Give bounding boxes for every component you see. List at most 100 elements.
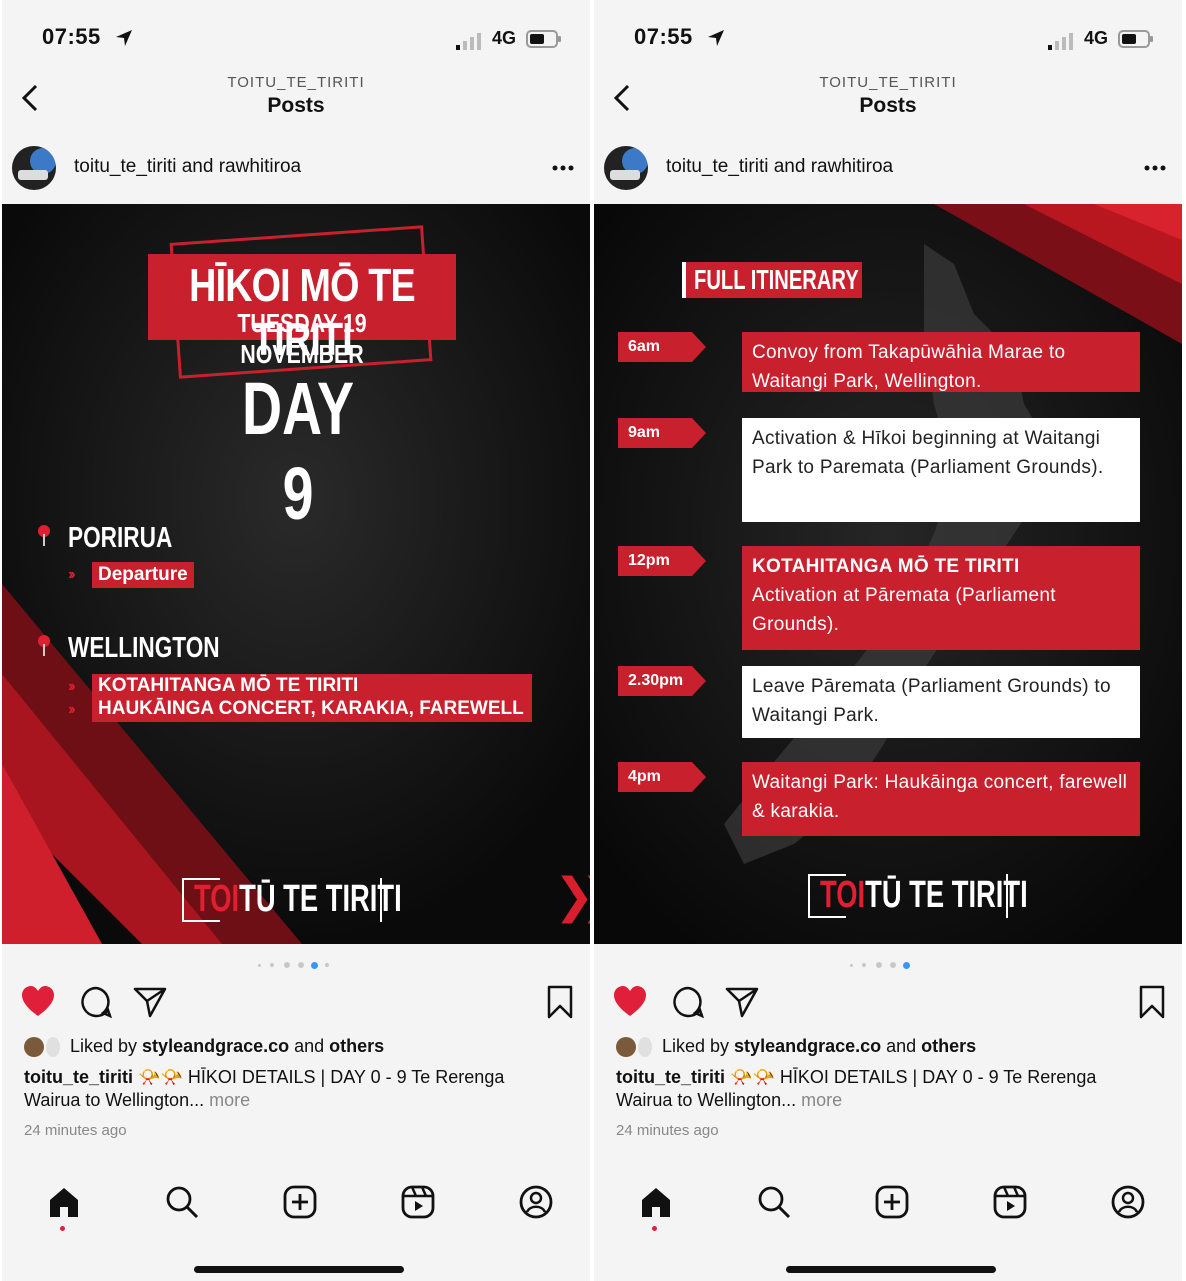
caption-emoji: 📯📯	[730, 1067, 775, 1087]
phone-screen-right: 07:55 4G TOITU_TE_TIRITI Posts toitu_te_…	[594, 0, 1182, 1281]
carousel-dot	[284, 962, 290, 968]
more-icon[interactable]	[1142, 158, 1168, 178]
avatar[interactable]	[604, 146, 648, 190]
post-username[interactable]: toitu_te_tiriti and rawhitiroa	[74, 156, 301, 178]
brand-logo: TOITŪ TE TIRITI	[808, 874, 1028, 918]
phone-screen-left: 07:55 4G TOITU_TE_TIRITI Posts toitu_te_…	[2, 0, 590, 1281]
carousel-dot	[850, 964, 853, 967]
carousel-dot	[270, 963, 274, 967]
home-icon[interactable]	[638, 1184, 674, 1220]
home-active-dot	[60, 1226, 65, 1231]
home-indicator	[786, 1266, 996, 1273]
comment-icon[interactable]	[670, 984, 706, 1020]
liker-avatar	[46, 1037, 60, 1058]
caption-username[interactable]: toitu_te_tiriti	[616, 1067, 725, 1087]
profile-icon[interactable]	[518, 1184, 554, 1220]
avatar[interactable]	[12, 146, 56, 190]
account-label: TOITU_TE_TIRITI	[819, 74, 957, 91]
more-link[interactable]: more	[204, 1090, 250, 1110]
itinerary-card: Convoy from Takapūwāhia Marae to Waitang…	[742, 332, 1140, 392]
location-arrow-icon	[708, 30, 724, 46]
profile-icon[interactable]	[1110, 1184, 1146, 1220]
post-actions	[2, 984, 590, 1024]
bottom-tab-bar	[594, 1180, 1182, 1231]
status-bar: 07:55 4G	[594, 22, 1182, 54]
bottom-tab-bar	[2, 1180, 590, 1231]
caption-emoji: 📯📯	[138, 1067, 183, 1087]
battery-icon	[1118, 30, 1153, 48]
chevron-icon: ››	[68, 678, 75, 695]
place-porirua: PORIRUA	[68, 522, 173, 554]
heart-icon[interactable]	[20, 984, 56, 1020]
share-icon[interactable]	[724, 984, 760, 1020]
location-arrow-icon	[116, 30, 132, 46]
signal-icon	[1048, 33, 1073, 50]
carousel-dot	[298, 962, 304, 968]
caption-username[interactable]: toitu_te_tiriti	[24, 1067, 133, 1087]
post-username[interactable]: toitu_te_tiriti and rawhitiroa	[666, 156, 893, 178]
brand-rest: TŪ TE TIRITI	[239, 878, 402, 920]
card-heading: KOTAHITANGA MŌ TE TIRITI	[752, 556, 1020, 577]
status-bar: 07:55 4G	[2, 22, 590, 54]
tag-line-1: KOTAHITANGA MŌ TE TIRITI	[98, 675, 359, 696]
bookmark-icon[interactable]	[542, 984, 578, 1020]
day-label: DAY 9	[241, 367, 355, 535]
battery-icon	[526, 30, 561, 48]
next-slide-arrows-icon: ❯❯❯	[554, 870, 590, 923]
search-icon[interactable]	[164, 1184, 200, 1220]
home-indicator	[194, 1266, 404, 1273]
share-icon[interactable]	[132, 984, 168, 1020]
page-title: Posts	[859, 94, 917, 117]
brand-rest: TŪ TE TIRITI	[865, 874, 1028, 916]
post-image-itinerary[interactable]: FULL ITINERARY 6am Convoy from Takapūwāh…	[594, 204, 1182, 944]
tag-wellington-events: KOTAHITANGA MŌ TE TIRITI HAUKĀINGA CONCE…	[92, 674, 532, 722]
heart-icon[interactable]	[612, 984, 648, 1020]
chevron-icon: ››	[68, 701, 75, 718]
posts-header: TOITU_TE_TIRITI Posts	[2, 62, 590, 132]
liker-avatar	[616, 1037, 636, 1058]
card-text: Activation at Pāremata (Parliament Groun…	[752, 585, 1056, 635]
slide-date: TUESDAY 19 NOVEMBER	[237, 308, 367, 369]
network-type: 4G	[1083, 28, 1108, 48]
brand-toi: TOI	[194, 878, 240, 920]
more-link[interactable]: more	[796, 1090, 842, 1110]
status-time: 07:55	[634, 24, 693, 49]
likes-line[interactable]: Liked by styleandgrace.co and others	[616, 1036, 976, 1058]
create-icon[interactable]	[874, 1184, 910, 1220]
post-caption: toitu_te_tiriti 📯📯 HĪKOI DETAILS | DAY 0…	[616, 1066, 1152, 1112]
post-header: toitu_te_tiriti and rawhitiroa	[594, 132, 1182, 204]
itinerary-heading: FULL ITINERARY	[694, 264, 859, 295]
time-tag: 4pm	[618, 762, 706, 792]
liker-avatar	[24, 1037, 44, 1058]
post-image-day9[interactable]: HĪKOI MŌ TE TIRITI TUESDAY 19 NOVEMBER D…	[2, 204, 590, 944]
create-icon[interactable]	[282, 1184, 318, 1220]
reels-icon[interactable]	[400, 1184, 436, 1220]
time-tag: 2.30pm	[618, 666, 706, 696]
brand-logo: TOITŪ TE TIRITI	[182, 878, 402, 922]
carousel-dot	[876, 962, 882, 968]
post-timestamp: 24 minutes ago	[24, 1122, 127, 1139]
search-icon[interactable]	[756, 1184, 792, 1220]
itinerary-card: Leave Pāremata (Parliament Grounds) to W…	[742, 666, 1140, 738]
tag-line-2: HAUKĀINGA CONCERT, KARAKIA, FAREWELL	[98, 698, 524, 719]
account-label: TOITU_TE_TIRITI	[227, 74, 365, 91]
more-icon[interactable]	[550, 158, 576, 178]
map-pin-icon	[38, 635, 50, 656]
comment-icon[interactable]	[78, 984, 114, 1020]
chevron-icon: ››	[68, 566, 75, 583]
post-header: toitu_te_tiriti and rawhitiroa	[2, 132, 590, 204]
time-tag: 9am	[618, 418, 706, 448]
bookmark-icon[interactable]	[1134, 984, 1170, 1020]
tag-departure: Departure	[92, 562, 194, 588]
map-pin-icon	[38, 525, 50, 546]
carousel-dot-active	[903, 962, 910, 969]
itinerary-card: KOTAHITANGA MŌ TE TIRITI Activation at P…	[742, 546, 1140, 650]
reels-icon[interactable]	[992, 1184, 1028, 1220]
itinerary-card: Waitangi Park: Haukāinga concert, farewe…	[742, 762, 1140, 836]
post-actions	[594, 984, 1182, 1024]
carousel-dot-active	[311, 962, 318, 969]
signal-icon	[456, 33, 481, 50]
likes-line[interactable]: Liked by styleandgrace.co and others	[24, 1036, 384, 1058]
home-icon[interactable]	[46, 1184, 82, 1220]
place-wellington: WELLINGTON	[68, 632, 220, 664]
